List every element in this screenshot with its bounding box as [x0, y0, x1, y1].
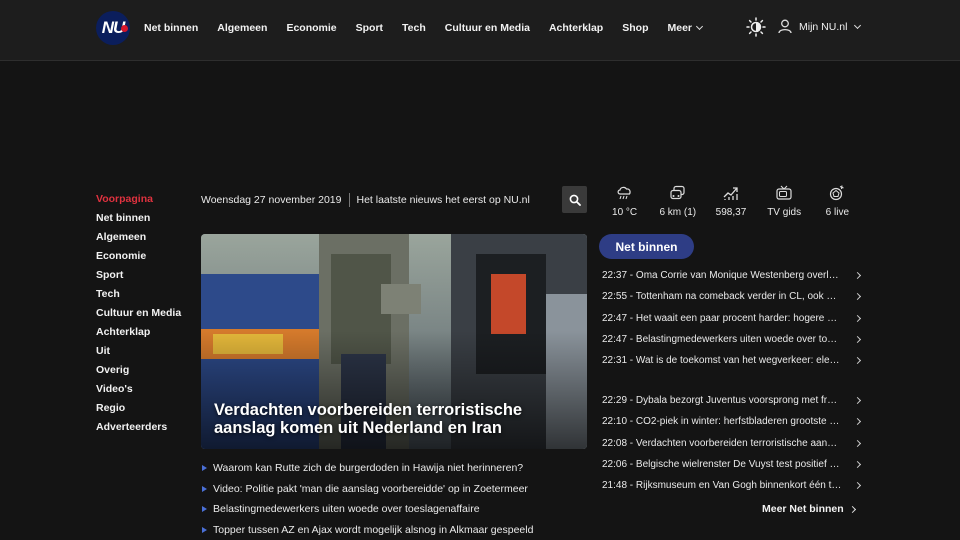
more-net-binnen-label: Meer Net binnen: [762, 503, 844, 515]
more-net-binnen-link[interactable]: Meer Net binnen: [762, 503, 856, 515]
sidebar-item-uit[interactable]: Uit: [96, 345, 196, 364]
related-article[interactable]: Waarom kan Rutte zich de burgerdoden in …: [201, 461, 587, 482]
main-nav: Net binnen Algemeen Economie Sport Tech …: [144, 0, 721, 56]
triangle-bullet-icon: [202, 506, 207, 512]
tv-widget[interactable]: TV gids: [758, 185, 811, 221]
sidebar-item-economie[interactable]: Economie: [96, 250, 196, 269]
stocks-widget[interactable]: 598,37: [704, 185, 757, 221]
related-article[interactable]: Topper tussen AZ en Ajax wordt mogelijk …: [201, 523, 587, 540]
chevron-right-icon: [853, 418, 862, 426]
news-item[interactable]: 22:29 - Dybala bezorgt Juventus voorspro…: [602, 390, 864, 411]
triangle-bullet-icon: [202, 485, 207, 492]
sidebar-item-voorpagina[interactable]: Voorpagina: [96, 193, 196, 212]
sidebar-item-algemeen[interactable]: Algemeen: [96, 231, 196, 250]
weather-label: 10 °C: [612, 207, 638, 218]
account-label: Mijn NU.nl: [799, 20, 848, 33]
related-article[interactable]: Belastingmedewerkers uiten woede over to…: [201, 502, 587, 523]
tv-icon: [776, 185, 792, 200]
related-articles: Waarom kan Rutte zich de burgerdoden in …: [201, 461, 587, 540]
chevron-right-icon: [853, 357, 862, 365]
divider: [348, 192, 350, 207]
hero-article[interactable]: Verdachten voorbereiden terroristische a…: [201, 234, 587, 449]
current-date: Woensdag 27 november 2019: [201, 193, 342, 206]
news-item[interactable]: 22:08 - Verdachten voorbereiden terroris…: [602, 433, 864, 454]
nav-item-sport[interactable]: Sport: [356, 22, 383, 34]
nav-item-algemeen[interactable]: Algemeen: [217, 22, 267, 34]
nav-item-net-binnen[interactable]: Net binnen: [144, 22, 198, 34]
weather-widget[interactable]: 10 °C: [598, 185, 651, 221]
sidebar-nav: Voorpagina Net binnen Algemeen Economie …: [96, 193, 196, 440]
news-item[interactable]: 22:06 - Belgische wielrenster De Vuyst t…: [602, 454, 864, 475]
nav-item-shop[interactable]: Shop: [622, 22, 648, 34]
news-item[interactable]: 22:47 - Het waait een paar procent harde…: [602, 308, 864, 329]
chevron-right-icon: [853, 293, 862, 301]
nav-item-achterklap[interactable]: Achterklap: [549, 22, 603, 34]
chevron-right-icon: [853, 439, 862, 447]
chevron-right-icon: [853, 460, 862, 468]
chevron-right-icon: [853, 396, 862, 405]
tagline: Het laatste nieuws het eerst op NU.nl: [356, 193, 530, 206]
sidebar-item-videos[interactable]: Video's: [96, 383, 196, 402]
traffic-label: 6 km (1): [659, 207, 697, 218]
net-binnen-heading[interactable]: Net binnen: [599, 234, 694, 259]
news-item[interactable]: 22:10 - CO2-piek in winter: herfstblader…: [602, 411, 864, 432]
news-item[interactable]: 22:37 - Oma Corrie van Monique Westenber…: [602, 265, 864, 286]
news-item[interactable]: 22:31 - Wat is de toekomst van het wegve…: [602, 350, 864, 371]
triangle-bullet-icon: [202, 465, 207, 471]
search-button[interactable]: [562, 186, 587, 213]
traffic-icon: [670, 185, 685, 200]
nu-logo[interactable]: NU: [96, 11, 130, 45]
sidebar-item-tech[interactable]: Tech: [96, 288, 196, 307]
chevron-right-icon: [853, 314, 862, 322]
sidebar-item-regio[interactable]: Regio: [96, 402, 196, 421]
news-item[interactable]: 22:55 - Tottenham na comeback verder in …: [602, 286, 864, 307]
weather-icon: [617, 186, 631, 200]
chevron-right-icon: [848, 505, 856, 513]
sidebar-item-cultuur-en-media[interactable]: Cultuur en Media: [96, 307, 196, 326]
sun-icon[interactable]: [746, 17, 766, 37]
meer-label: Meer: [667, 22, 692, 34]
chevron-down-icon: [695, 22, 704, 31]
live-icon: [830, 185, 845, 201]
sidebar-item-overig[interactable]: Overig: [96, 364, 196, 383]
net-binnen-list: 22:29 - Dybala bezorgt Juventus voorspro…: [602, 390, 864, 496]
widget-bar: 10 °C 6 km (1) 598,37 TV gids 6 live: [598, 185, 864, 221]
account-menu[interactable]: Mijn NU.nl: [778, 19, 862, 34]
chevron-right-icon: [853, 271, 862, 280]
chevron-right-icon: [853, 335, 862, 343]
live-widget[interactable]: 6 live: [811, 185, 864, 221]
chevron-right-icon: [853, 482, 862, 490]
sidebar-item-adverteerders[interactable]: Adverteerders: [96, 421, 196, 440]
traffic-widget[interactable]: 6 km (1): [651, 185, 704, 221]
hero-headline: Verdachten voorbereiden terroristische a…: [214, 401, 523, 437]
date-bar: Woensdag 27 november 2019 Het laatste ni…: [201, 186, 587, 213]
nav-item-economie[interactable]: Economie: [286, 22, 336, 34]
news-item[interactable]: 21:48 - Rijksmuseum en Van Gogh binnenko…: [602, 475, 864, 496]
stocks-label: 598,37: [715, 207, 747, 218]
triangle-bullet-icon: [202, 526, 207, 533]
news-item[interactable]: 22:47 - Belastingmedewerkers uiten woede…: [602, 329, 864, 350]
top-navigation-bar: NU Net binnen Algemeen Economie Sport Te…: [0, 0, 960, 61]
search-icon: [569, 194, 581, 206]
chevron-down-icon: [854, 21, 862, 29]
live-label: 6 live: [825, 207, 850, 218]
net-binnen-list: 22:37 - Oma Corrie van Monique Westenber…: [602, 265, 864, 371]
nav-item-meer[interactable]: Meer: [667, 22, 704, 34]
sidebar-item-sport[interactable]: Sport: [96, 269, 196, 288]
tv-label: TV gids: [767, 207, 802, 218]
sidebar-item-net-binnen[interactable]: Net binnen: [96, 212, 196, 231]
nav-item-tech[interactable]: Tech: [402, 22, 426, 34]
stocks-icon: [723, 187, 738, 200]
user-icon: [778, 19, 792, 34]
nav-item-cultuur-en-media[interactable]: Cultuur en Media: [445, 22, 530, 34]
related-article[interactable]: Video: Politie pakt 'man die aanslag voo…: [201, 482, 587, 503]
logo-dot: [121, 25, 128, 32]
sidebar-item-achterklap[interactable]: Achterklap: [96, 326, 196, 345]
